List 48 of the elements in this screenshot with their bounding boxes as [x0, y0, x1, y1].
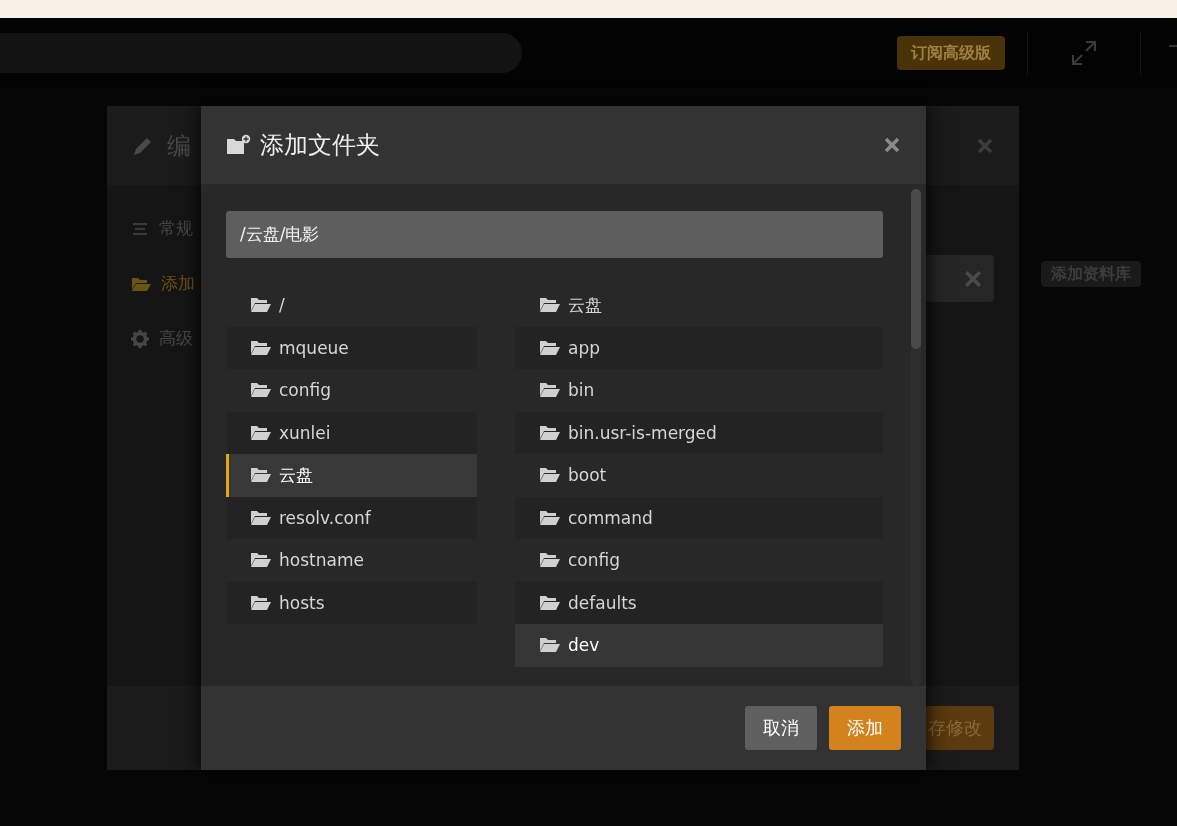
folder-icon [250, 297, 272, 314]
close-icon [977, 137, 993, 154]
folder-item[interactable]: xunlei [226, 411, 477, 454]
folder-item[interactable]: 云盘 [515, 284, 883, 327]
folder-item[interactable]: command [515, 496, 883, 539]
close-button[interactable] [977, 137, 993, 154]
fullscreen-icon[interactable] [1070, 39, 1098, 67]
folder-icon [250, 339, 272, 356]
folder-item[interactable]: hosts [226, 581, 477, 624]
cancel-button[interactable]: 取消 [745, 706, 817, 750]
folder-icon [250, 424, 272, 441]
folder-icon [539, 424, 561, 441]
folder-icon [250, 382, 272, 399]
folder-icon [539, 552, 561, 569]
close-icon[interactable] [964, 269, 982, 288]
folder-icon [539, 509, 561, 526]
scrollbar[interactable] [911, 189, 921, 686]
list-icon [131, 220, 149, 237]
folder-item[interactable]: config [515, 539, 883, 582]
folder-item[interactable]: bin [515, 369, 883, 412]
folder-item[interactable]: mqueue [226, 326, 477, 369]
path-field[interactable]: /云盘/电影 [226, 211, 883, 258]
close-button[interactable] [884, 137, 900, 153]
folder-item[interactable]: app [515, 326, 883, 369]
folder-icon [539, 467, 561, 484]
modal-title: 添加文件夹 [260, 130, 380, 161]
folder-item[interactable]: 云盘 [226, 454, 477, 497]
folder-item[interactable]: resolv.conf [226, 496, 477, 539]
gear-icon [131, 329, 149, 348]
folder-icon [539, 637, 561, 654]
folder-item[interactable]: defaults [515, 581, 883, 624]
folder-icon [539, 339, 561, 356]
folder-icon [250, 509, 272, 526]
close-icon [884, 137, 900, 153]
folder-item[interactable]: boot [515, 454, 883, 497]
folder-icon [539, 594, 561, 611]
folder-icon [250, 594, 272, 611]
folder-icon [539, 297, 561, 314]
folder-icon [250, 467, 272, 484]
folder-item[interactable]: bin.usr-is-merged [515, 411, 883, 454]
folder-add-icon [226, 134, 252, 156]
folder-item[interactable]: hostname [226, 539, 477, 582]
folder-icon [250, 552, 272, 569]
folder-icon [539, 382, 561, 399]
folder-item[interactable]: / [226, 284, 477, 327]
folder-item[interactable]: dev [515, 624, 883, 667]
folder-icon [131, 275, 151, 292]
folder-item[interactable]: config [226, 369, 477, 412]
